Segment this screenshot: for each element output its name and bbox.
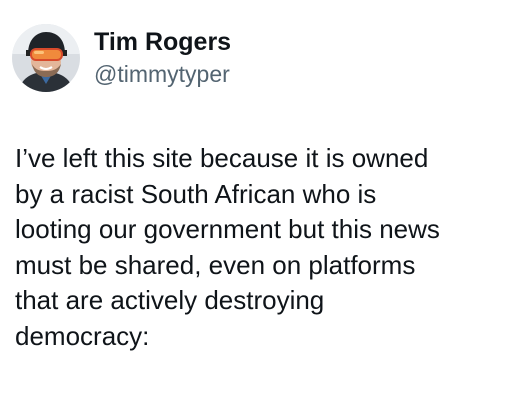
tweet-text: I’ve left this site because it is owned … xyxy=(15,143,440,351)
avatar-photo-icon xyxy=(12,24,80,92)
user-handle[interactable]: @timmytyper xyxy=(94,59,231,89)
tweet: Tim Rogers @timmytyper I’ve left this si… xyxy=(0,0,515,400)
author-names: Tim Rogers @timmytyper xyxy=(94,27,231,89)
display-name[interactable]: Tim Rogers xyxy=(94,27,231,57)
avatar[interactable] xyxy=(12,24,80,92)
tweet-author[interactable]: Tim Rogers @timmytyper xyxy=(12,24,231,92)
